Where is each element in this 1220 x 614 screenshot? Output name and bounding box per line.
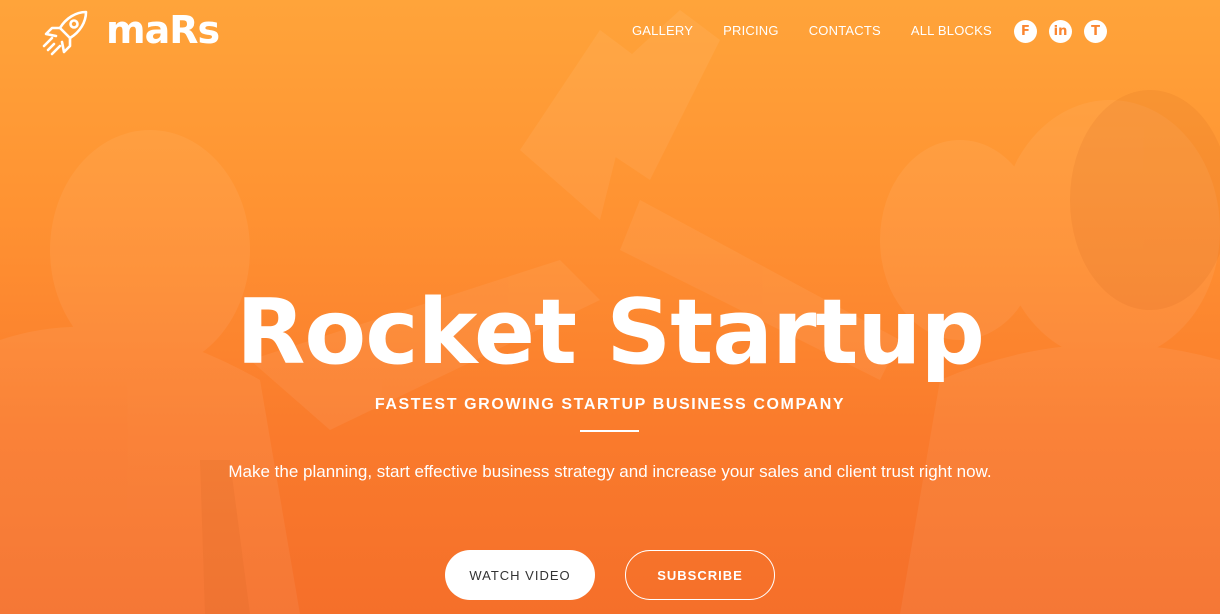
brand-name: maRs [106,8,220,52]
subscribe-button[interactable]: SUBSCRIBE [625,550,775,600]
hero-subtitle: FASTEST GROWING STARTUP BUSINESS COMPANY [374,396,846,413]
nav-all-blocks[interactable]: ALL BLOCKS [911,22,992,40]
facebook-icon[interactable]: F [1014,20,1037,43]
watch-video-button[interactable]: WATCH VIDEO [445,550,595,600]
brand-logo[interactable]: maRs [40,6,220,58]
hero-divider [580,430,639,432]
nav-gallery[interactable]: GALLERY [632,22,693,40]
social-links: F in T [1014,20,1119,43]
linkedin-icon[interactable]: in [1049,20,1072,43]
hero-lead: Make the planning, start effective busin… [228,462,992,481]
nav-contacts[interactable]: CONTACTS [809,22,881,40]
hero-section: maRs GALLERY PRICING CONTACTS ALL BLOCKS… [0,0,1220,614]
nav-pricing[interactable]: PRICING [723,22,779,40]
main-nav: GALLERY PRICING CONTACTS ALL BLOCKS [632,22,1022,40]
hero-title: Rocket Startup [236,280,985,385]
rocket-icon [42,10,88,56]
twitter-icon[interactable]: T [1084,20,1107,43]
